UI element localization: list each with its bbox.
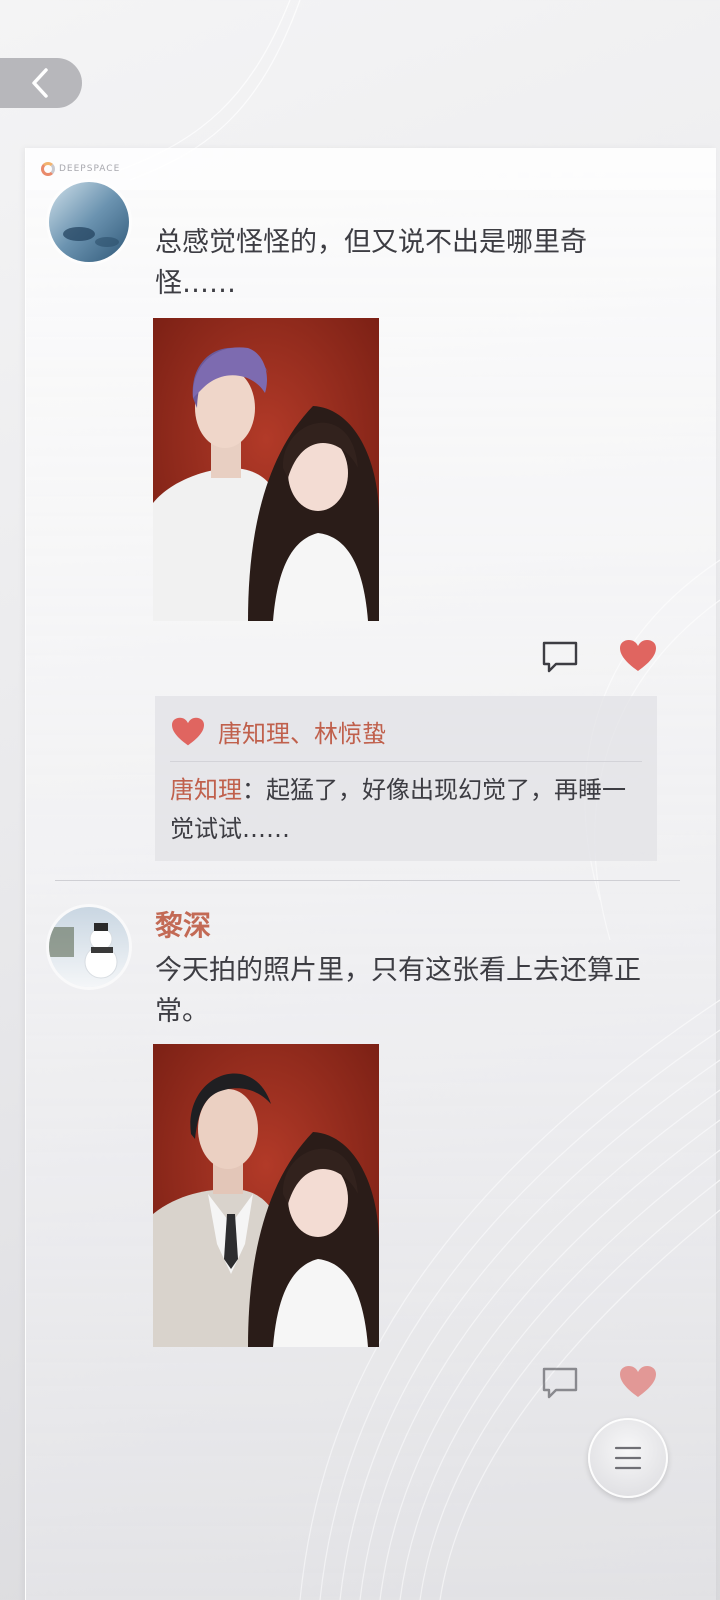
comment-author[interactable]: 唐知理 <box>170 776 242 804</box>
menu-icon <box>614 1446 642 1470</box>
post2-avatar[interactable] <box>49 907 129 987</box>
post1-heart-icon[interactable] <box>618 638 658 674</box>
post1-text: 总感觉怪怪的，但又说不出是哪里奇怪…… <box>155 227 587 299</box>
post1-avatar[interactable] <box>49 182 129 262</box>
brand-text: DEEPSPACE <box>59 164 121 174</box>
post1-comment-icon[interactable] <box>540 639 580 675</box>
brand-logo-icon <box>41 162 55 176</box>
back-arrow-icon <box>32 68 48 98</box>
post1-photo[interactable] <box>153 318 379 621</box>
likes-row: 唐知理、林惊蛰 <box>170 714 386 749</box>
post2-comment-icon[interactable] <box>540 1365 580 1401</box>
post2-author-name[interactable]: 黎深 <box>155 904 211 944</box>
likes-divider <box>170 761 642 762</box>
post-divider <box>55 880 680 881</box>
back-button[interactable] <box>0 58 82 108</box>
post2-heart-icon[interactable] <box>618 1364 658 1400</box>
panel-header: DEEPSPACE <box>26 148 716 190</box>
comment-separator: ： <box>242 776 266 804</box>
post2-text: 今天拍的照片里，只有这张看上去还算正常。 <box>155 955 641 1027</box>
post2-photo[interactable] <box>153 1044 379 1347</box>
liked-by-names[interactable]: 唐知理、林惊蛰 <box>218 714 386 749</box>
post1-comment[interactable]: 唐知理：起猛了，好像出现幻觉了，再睡一觉试试…… <box>170 771 640 849</box>
post1-interactions-box: 唐知理、林惊蛰 唐知理：起猛了，好像出现幻觉了，再睡一觉试试…… <box>155 696 657 861</box>
menu-button[interactable] <box>588 1418 668 1498</box>
likes-heart-icon <box>172 717 204 745</box>
